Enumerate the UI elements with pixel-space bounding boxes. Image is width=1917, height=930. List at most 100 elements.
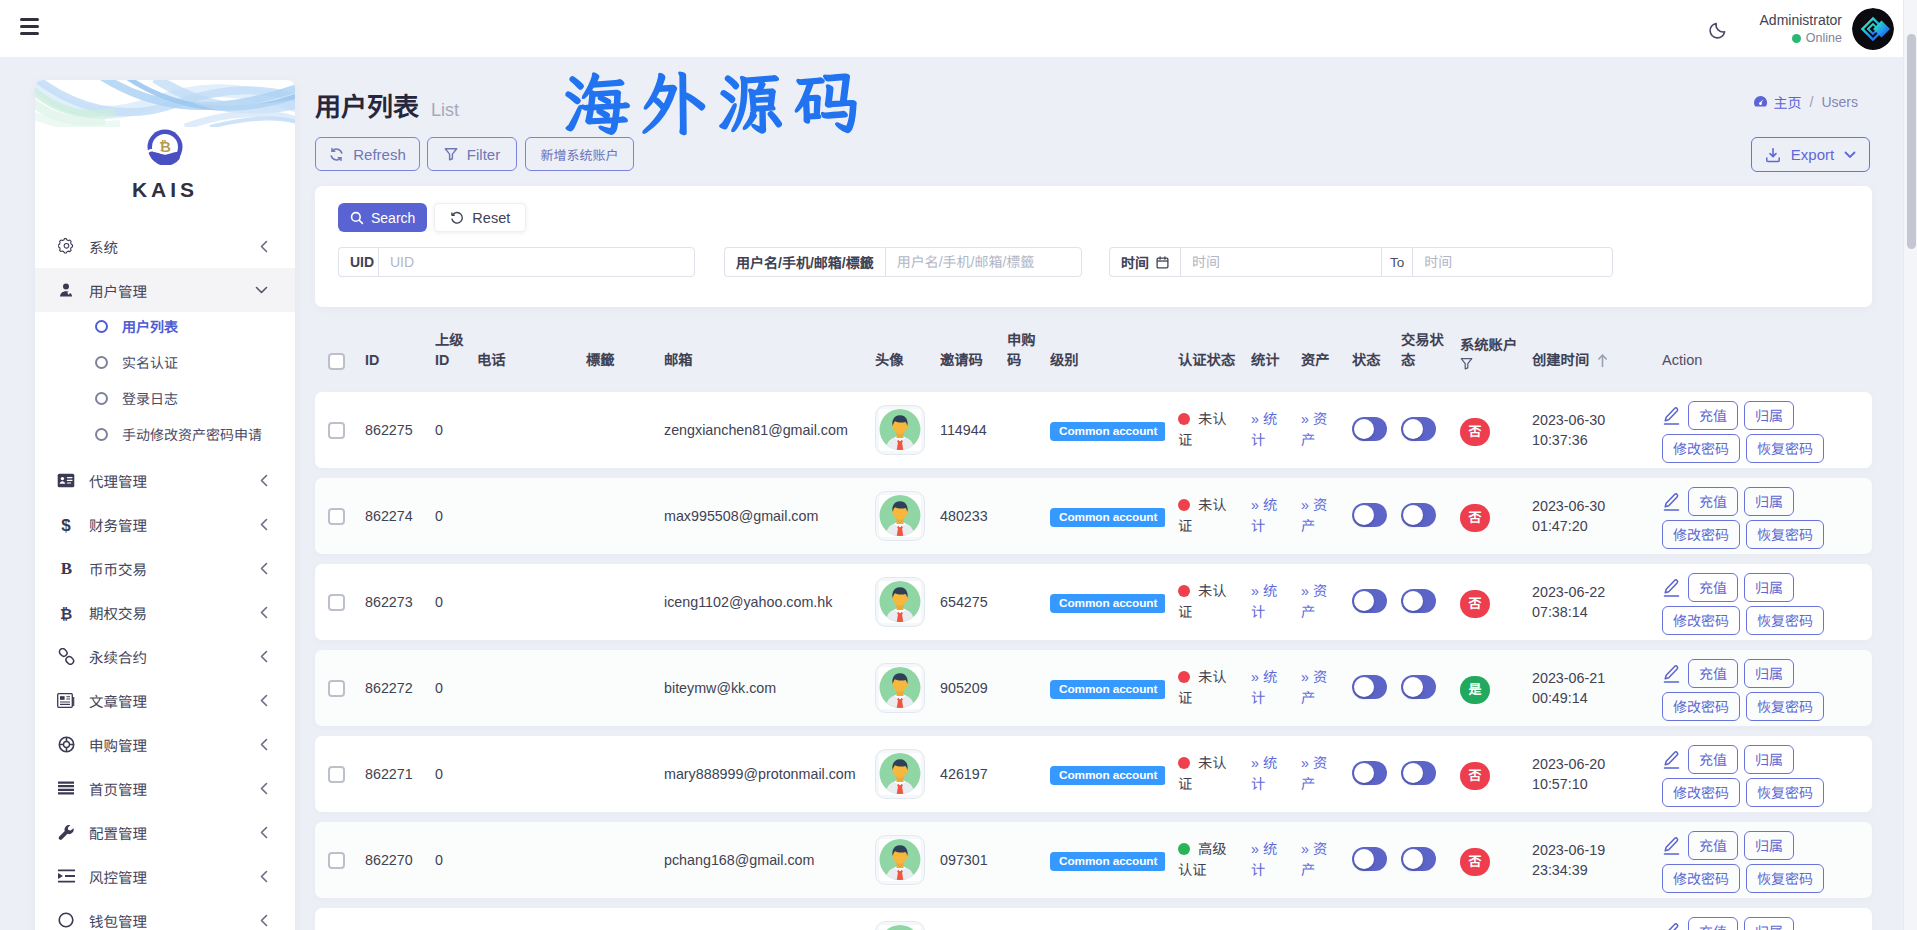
action-button-change-password[interactable]: 修改密码 (1662, 864, 1740, 893)
user-photo[interactable] (875, 835, 925, 885)
edit-icon[interactable] (1662, 491, 1681, 512)
action-button-attribution[interactable]: 归属 (1744, 745, 1794, 774)
sidebar-item-risk-management[interactable]: 风控管理 (35, 854, 295, 898)
user-photo[interactable] (875, 663, 925, 713)
action-button-attribution[interactable]: 归属 (1744, 917, 1794, 930)
user-photo[interactable] (875, 491, 925, 541)
sort-asc-icon[interactable] (1597, 353, 1608, 368)
action-button-recharge[interactable]: 充值 (1688, 917, 1738, 930)
sidebar-item-system[interactable]: 系统 (35, 224, 295, 268)
sidebar-item-homepage-management[interactable]: 首页管理 (35, 766, 295, 810)
dark-mode-icon[interactable] (1709, 19, 1729, 39)
user-photo[interactable] (875, 405, 925, 455)
row-checkbox[interactable] (328, 508, 345, 525)
row-checkbox[interactable] (328, 422, 345, 439)
breadcrumb-home[interactable]: 主页 (1753, 92, 1802, 112)
trade-status-toggle[interactable] (1401, 417, 1436, 441)
edit-icon[interactable] (1662, 749, 1681, 770)
action-button-recharge[interactable]: 充值 (1688, 659, 1738, 688)
time-from-input[interactable] (1180, 247, 1381, 277)
action-button-recharge[interactable]: 充值 (1688, 487, 1738, 516)
trade-status-toggle[interactable] (1401, 847, 1436, 871)
edit-icon[interactable] (1662, 921, 1681, 930)
action-button-change-password[interactable]: 修改密码 (1662, 434, 1740, 463)
trade-status-toggle[interactable] (1401, 761, 1436, 785)
stats-link[interactable]: » 统计 (1251, 495, 1288, 537)
action-button-recharge[interactable]: 充值 (1688, 831, 1738, 860)
action-button-attribution[interactable]: 归属 (1744, 401, 1794, 430)
stats-link[interactable]: » 统计 (1251, 409, 1288, 451)
sidebar-subitem-login-log[interactable]: 登录日志 (35, 380, 295, 416)
row-checkbox[interactable] (328, 594, 345, 611)
assets-link[interactable]: » 资产 (1301, 753, 1339, 795)
action-button-recharge[interactable]: 充值 (1688, 573, 1738, 602)
action-button-recharge[interactable]: 充值 (1688, 745, 1738, 774)
menu-toggle-icon[interactable] (20, 18, 39, 38)
trade-status-toggle[interactable] (1401, 503, 1436, 527)
sidebar-item-finance-management[interactable]: $财务管理 (35, 502, 295, 546)
sidebar-subitem-user-list[interactable]: 用户列表 (35, 308, 295, 344)
brand-logo-icon[interactable]: ₿ (35, 129, 295, 165)
assets-link[interactable]: » 资产 (1301, 839, 1339, 881)
edit-icon[interactable] (1662, 835, 1681, 856)
sidebar-item-perpetual-contract[interactable]: 永续合约 (35, 634, 295, 678)
sidebar-item-article-management[interactable]: 文章管理 (35, 678, 295, 722)
assets-link[interactable]: » 资产 (1301, 495, 1339, 537)
action-button-attribution[interactable]: 归属 (1744, 573, 1794, 602)
sidebar-item-option-trade[interactable]: ₿期权交易 (35, 590, 295, 634)
column-header-created-time[interactable]: 创建时间 (1519, 350, 1649, 370)
assets-link[interactable]: » 资产 (1301, 667, 1339, 709)
sidebar-item-agent-management[interactable]: 代理管理 (35, 458, 295, 502)
stats-link[interactable]: » 统计 (1251, 581, 1288, 623)
time-to-input[interactable] (1412, 247, 1613, 277)
select-all-checkbox[interactable] (328, 353, 345, 370)
action-button-change-password[interactable]: 修改密码 (1662, 606, 1740, 635)
status-toggle[interactable] (1352, 503, 1387, 527)
action-button-recover-password[interactable]: 恢复密码 (1746, 864, 1824, 893)
sidebar-item-user-management[interactable]: 用户管理 (35, 268, 295, 312)
stats-link[interactable]: » 统计 (1251, 753, 1288, 795)
action-button-attribution[interactable]: 归属 (1744, 487, 1794, 516)
assets-link[interactable]: » 资产 (1301, 409, 1339, 451)
edit-icon[interactable] (1662, 663, 1681, 684)
action-button-recover-password[interactable]: 恢复密码 (1746, 692, 1824, 721)
assets-link[interactable]: » 资产 (1301, 581, 1339, 623)
action-button-recharge[interactable]: 充值 (1688, 401, 1738, 430)
uid-input[interactable] (378, 247, 695, 277)
scrollbar[interactable] (1903, 0, 1917, 930)
filter-button[interactable]: Filter (427, 137, 517, 171)
status-toggle[interactable] (1352, 417, 1387, 441)
sidebar-item-wallet-management[interactable]: 钱包管理 (35, 898, 295, 930)
action-button-change-password[interactable]: 修改密码 (1662, 520, 1740, 549)
trade-status-toggle[interactable] (1401, 589, 1436, 613)
status-toggle[interactable] (1352, 675, 1387, 699)
action-button-recover-password[interactable]: 恢复密码 (1746, 520, 1824, 549)
user-photo[interactable] (875, 749, 925, 799)
row-checkbox[interactable] (328, 766, 345, 783)
status-toggle[interactable] (1352, 589, 1387, 613)
user-photo[interactable] (875, 577, 925, 627)
stats-link[interactable]: » 统计 (1251, 839, 1288, 881)
export-button[interactable]: Export (1751, 137, 1870, 172)
row-checkbox[interactable] (328, 680, 345, 697)
status-toggle[interactable] (1352, 761, 1387, 785)
sidebar-subitem-real-name-auth[interactable]: 实名认证 (35, 344, 295, 380)
add-system-account-button[interactable]: 新增系统账户 (525, 137, 634, 171)
row-checkbox[interactable] (328, 852, 345, 869)
search-button[interactable]: Search (338, 203, 427, 232)
column-filter-icon[interactable] (1460, 357, 1473, 370)
refresh-button[interactable]: Refresh (315, 137, 420, 171)
sidebar-subitem-manual-asset-password[interactable]: 手动修改资产密码申请 (35, 416, 295, 452)
edit-icon[interactable] (1662, 405, 1681, 426)
reset-button[interactable]: Reset (434, 203, 526, 232)
user-avatar[interactable] (1852, 8, 1894, 50)
action-button-recover-password[interactable]: 恢复密码 (1746, 778, 1824, 807)
scrollbar-thumb[interactable] (1907, 34, 1916, 249)
action-button-recover-password[interactable]: 恢复密码 (1746, 434, 1824, 463)
edit-icon[interactable] (1662, 577, 1681, 598)
column-header-system-account[interactable]: 系统账户 (1447, 335, 1519, 370)
keyword-input[interactable] (885, 247, 1082, 277)
action-button-attribution[interactable]: 归属 (1744, 831, 1794, 860)
user-menu[interactable]: Administrator Online (1760, 12, 1842, 46)
action-button-change-password[interactable]: 修改密码 (1662, 778, 1740, 807)
